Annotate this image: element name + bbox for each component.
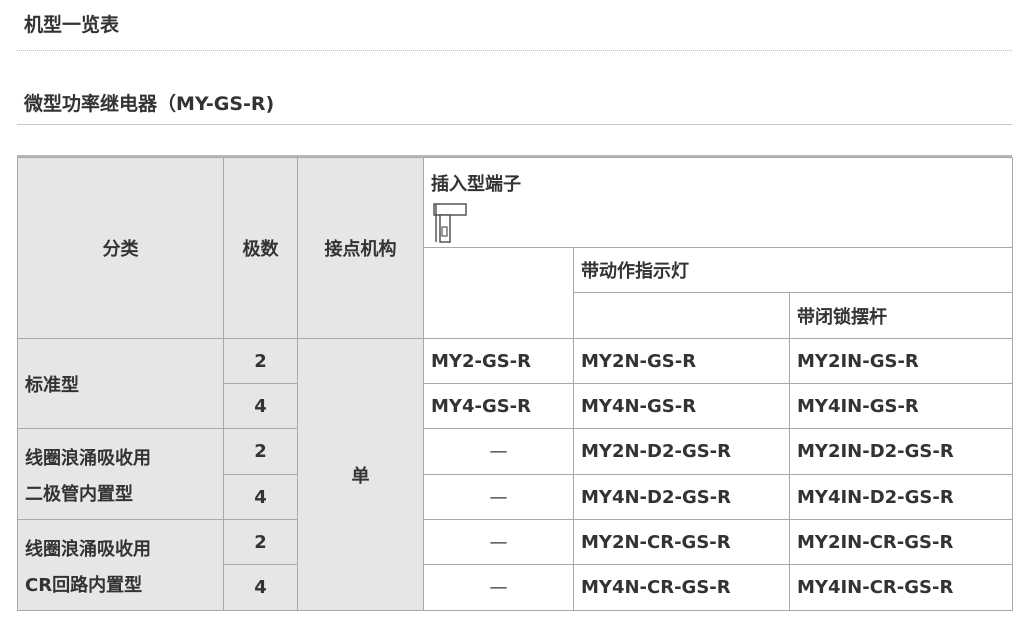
- page-title: 机型一览表: [24, 14, 120, 36]
- model-plugin-none: —: [423, 519, 574, 565]
- section-title: 微型功率继电器（MY-GS-R): [24, 93, 275, 115]
- header-indicator: 带动作指示灯: [573, 247, 1013, 293]
- category-standard-label: 标准型: [25, 374, 79, 396]
- section-divider: [17, 124, 1012, 125]
- category-diode-line2: 二极管内置型: [25, 484, 133, 505]
- model-latch: MY2IN-D2-GS-R: [789, 428, 1013, 475]
- header-poles: 极数: [223, 157, 298, 339]
- contact-value: 单: [297, 338, 424, 611]
- model-indicator: MY2N-GS-R: [573, 338, 790, 384]
- model-indicator: MY2N-D2-GS-R: [573, 428, 790, 475]
- model-indicator: MY4N-CR-GS-R: [573, 564, 790, 611]
- poles-cell: 4: [223, 474, 298, 520]
- category-cr-line1: 线圈浪涌吸收用: [25, 539, 151, 560]
- category-diode: 线圈浪涌吸收用 二极管内置型: [17, 428, 224, 520]
- title-divider: [17, 50, 1012, 51]
- poles-cell: 2: [223, 519, 298, 565]
- header-indicator-empty: [573, 292, 790, 339]
- model-latch: MY4IN-D2-GS-R: [789, 474, 1013, 520]
- header-latch: 带闭锁摆杆: [789, 292, 1013, 339]
- model-list-table: 分类 极数 接点机构 插入型端子 带动作指示灯 带闭锁摆杆 标准型 2 单 MY…: [17, 157, 1013, 611]
- model-latch: MY2IN-GS-R: [789, 338, 1013, 384]
- header-plugin-label: 插入型端子: [431, 174, 521, 195]
- model-plugin: MY2-GS-R: [423, 338, 574, 384]
- model-indicator: MY4N-GS-R: [573, 383, 790, 429]
- poles-cell: 4: [223, 383, 298, 429]
- category-cr: 线圈浪涌吸收用 CR回路内置型: [17, 519, 224, 611]
- model-indicator: MY4N-D2-GS-R: [573, 474, 790, 520]
- model-plugin-none: —: [423, 428, 574, 475]
- poles-cell: 2: [223, 338, 298, 384]
- model-latch: MY4IN-CR-GS-R: [789, 564, 1013, 611]
- header-plugin-empty: [423, 247, 574, 339]
- header-category: 分类: [17, 157, 224, 339]
- plug-terminal-icon: [433, 203, 467, 243]
- model-plugin-none: —: [423, 474, 574, 520]
- model-latch: MY2IN-CR-GS-R: [789, 519, 1013, 565]
- model-plugin: MY4-GS-R: [423, 383, 574, 429]
- poles-cell: 2: [223, 428, 298, 475]
- model-latch: MY4IN-GS-R: [789, 383, 1013, 429]
- poles-cell: 4: [223, 564, 298, 611]
- model-indicator: MY2N-CR-GS-R: [573, 519, 790, 565]
- category-diode-line1: 线圈浪涌吸收用: [25, 448, 151, 469]
- header-contact: 接点机构: [297, 157, 424, 339]
- category-standard: 标准型: [17, 338, 224, 429]
- header-plugin-terminal: 插入型端子: [423, 157, 1013, 248]
- category-cr-line2: CR回路内置型: [25, 575, 143, 596]
- model-plugin-none: —: [423, 564, 574, 611]
